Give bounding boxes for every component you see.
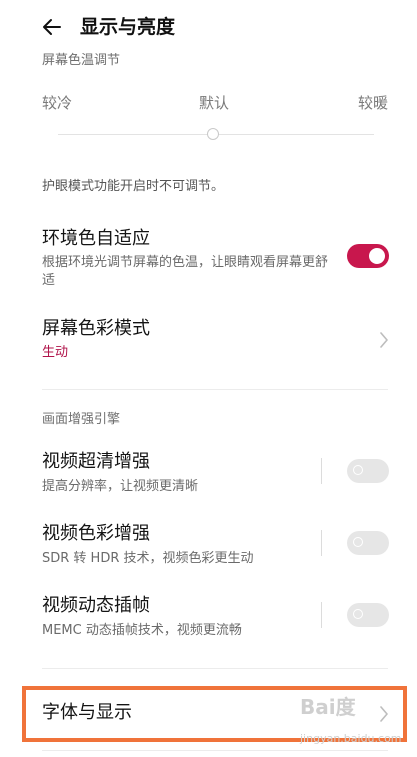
section-divider <box>42 389 388 390</box>
toggle-knob <box>353 609 363 619</box>
video-super-resolution-subtitle: 提高分辨率，让视频更清晰 <box>42 479 199 494</box>
toggle-knob <box>353 537 363 547</box>
baidu-watermark-url: jingyan.baidu.com <box>300 732 402 745</box>
section-divider <box>42 668 388 669</box>
toggle-knob <box>369 248 385 264</box>
enhance-engine-section-label: 画面增强引擎 <box>42 412 121 427</box>
page-title: 显示与亮度 <box>80 16 176 38</box>
video-super-resolution-toggle[interactable] <box>347 459 389 483</box>
ambient-adaptive-title: 环境色自适应 <box>42 228 150 249</box>
color-mode-value: 生动 <box>42 345 69 360</box>
color-temp-section-label: 屏幕色温调节 <box>42 53 121 68</box>
top-bar: 显示与亮度 <box>0 0 417 52</box>
video-super-resolution-title: 视频超清增强 <box>42 451 150 472</box>
chevron-right-icon <box>378 330 390 350</box>
bottom-divider <box>42 750 388 751</box>
temp-cooler-label: 较冷 <box>42 94 73 112</box>
temp-warmer-label: 较暖 <box>358 94 389 112</box>
temp-default-label: 默认 <box>199 94 230 112</box>
ambient-adaptive-toggle[interactable] <box>347 244 389 268</box>
baidu-watermark-logo: Bai度 <box>300 695 356 719</box>
eye-care-note: 护眼模式功能开启时不可调节。 <box>42 179 225 194</box>
vertical-separator <box>321 458 322 484</box>
vertical-separator <box>321 602 322 628</box>
video-color-enhance-subtitle: SDR 转 HDR 技术，视频色彩更生动 <box>42 551 254 566</box>
video-frame-interpolation-toggle[interactable] <box>347 603 389 627</box>
vertical-separator <box>321 530 322 556</box>
video-frame-interpolation-subtitle: MEMC 动态插帧技术，视频更流畅 <box>42 623 242 638</box>
color-mode-title: 屏幕色彩模式 <box>42 318 150 339</box>
ambient-adaptive-subtitle: 根据环境光调节屏幕的色温，让眼睛观看屏幕更舒适 <box>42 255 329 288</box>
video-color-enhance-toggle[interactable] <box>347 531 389 555</box>
toggle-knob <box>353 465 363 475</box>
back-arrow-icon[interactable] <box>38 13 66 41</box>
video-frame-interpolation-title: 视频动态插帧 <box>42 595 150 616</box>
color-mode-row[interactable]: 屏幕色彩模式 生动 <box>0 312 417 372</box>
video-color-enhance-title: 视频色彩增强 <box>42 523 150 544</box>
color-temp-slider-thumb[interactable] <box>207 128 219 140</box>
